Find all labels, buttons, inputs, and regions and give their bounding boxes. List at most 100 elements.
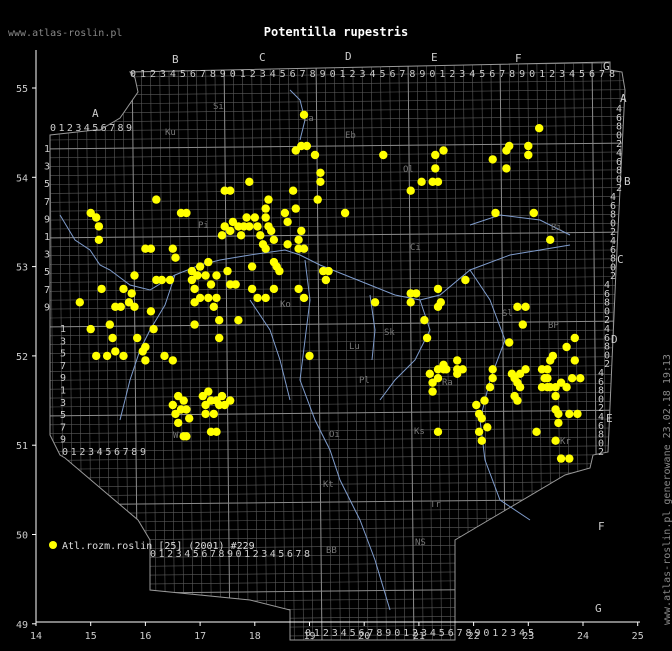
row-digit: 9 (44, 302, 50, 313)
column-letter: C (259, 51, 266, 64)
occurrence-point (548, 351, 558, 361)
y-axis: 55 54 53 52 51 50 49 (16, 50, 37, 631)
occurrence-point (171, 253, 180, 262)
row-digit: 5 (60, 349, 66, 360)
occurrence-point (111, 347, 120, 356)
occurrence-point (146, 244, 156, 253)
occurrence-point (543, 374, 552, 383)
occurrence-point (488, 374, 497, 383)
occurrence-point (313, 195, 322, 204)
atpol-grid (50, 62, 625, 640)
occurrence-point (253, 222, 262, 231)
occurrence-point (485, 383, 495, 392)
x-tick-label: 14 (30, 631, 42, 642)
occurrence-point (204, 387, 213, 396)
occurrence-point (283, 217, 292, 227)
row-letter: B (624, 175, 631, 188)
region-code: Pl (359, 376, 370, 386)
x-tick-label: 15 (85, 631, 97, 642)
region-code: BP (548, 321, 559, 331)
occurrence-point (174, 418, 183, 428)
occurrence-point (502, 164, 511, 173)
occurrence-point (576, 374, 585, 383)
occurrence-point (417, 177, 426, 186)
occurrence-point (431, 164, 440, 173)
map-view: www.atlas-roslin.pl Potentilla rupestris… (0, 0, 672, 651)
occurrence-point (105, 320, 115, 329)
occurrence-point (458, 365, 467, 374)
occurrence-point (226, 226, 235, 236)
occurrence-point (524, 150, 533, 160)
occurrence-point (515, 383, 525, 392)
occurrence-point (261, 293, 270, 303)
occurrence-point (92, 213, 101, 222)
occurrence-point (130, 271, 139, 280)
occurrence-point (269, 257, 279, 267)
occurrence-point (119, 351, 128, 361)
occurrence-point (168, 400, 177, 410)
occurrence-point (256, 231, 265, 240)
column-letter: E (431, 51, 438, 64)
occurrence-point (242, 213, 251, 222)
occurrence-point (518, 320, 527, 329)
occurrence-point (269, 235, 279, 244)
occurrence-point (141, 342, 150, 352)
occurrence-point (204, 293, 213, 303)
occurrence-point (130, 302, 139, 311)
occurrence-point (245, 177, 254, 186)
occurrence-point (168, 244, 177, 253)
occurrence-point (521, 365, 530, 374)
occurrence-point (245, 222, 254, 231)
row-letter: G (595, 602, 602, 615)
row-digit: 1 (60, 324, 66, 335)
row-digit: 3 (44, 162, 50, 173)
occurrence-point (439, 360, 448, 369)
occurrence-point (565, 409, 574, 419)
occurrence-point (234, 316, 243, 325)
occurrence-point (505, 338, 514, 347)
row-digit: 2 (598, 447, 604, 458)
occurrence-point (217, 231, 227, 240)
row-digit: 3 (44, 250, 50, 261)
occurrence-point (491, 208, 500, 218)
region-code: Ol (403, 165, 414, 175)
occurrence-point (546, 235, 555, 244)
y-tick-label: 54 (16, 173, 28, 184)
occurrence-point (86, 324, 95, 334)
row-digit: 7 (60, 422, 66, 433)
column-letter: B (172, 53, 179, 66)
region-code: Ko (280, 300, 291, 310)
grid-digits: 0123456789012345678901234567890123456789… (130, 69, 615, 80)
occurrence-point (236, 231, 246, 240)
occurrence-point (562, 383, 571, 392)
occurrence-point (340, 208, 350, 218)
occurrence-point (195, 262, 205, 271)
occurrence-point (551, 436, 560, 445)
occurrence-point (529, 208, 538, 218)
row-digit: 2 (616, 183, 622, 194)
occurrence-point (425, 369, 434, 378)
occurrence-point (439, 146, 448, 155)
occurrence-point (209, 302, 218, 311)
occurrence-point (480, 396, 489, 405)
occurrence-point (565, 454, 574, 463)
occurrence-point (562, 342, 571, 352)
occurrence-point (141, 356, 150, 365)
occurrence-point (201, 409, 210, 419)
region-code: Sl (502, 309, 513, 319)
occurrence-point (420, 316, 429, 325)
x-tick-label: 25 (632, 631, 644, 642)
occurrence-point (453, 356, 462, 365)
region-code: Lu (349, 342, 360, 352)
occurrence-point (554, 418, 563, 428)
y-tick-label: 49 (16, 620, 28, 631)
y-tick-label: 51 (16, 441, 28, 452)
occurrence-point (250, 213, 259, 222)
occurrence-point (261, 204, 270, 213)
occurrence-point (92, 351, 101, 361)
occurrence-point (573, 409, 582, 419)
occurrence-point (532, 427, 541, 436)
occurrence-point (168, 356, 177, 365)
occurrence-point (431, 150, 440, 160)
occurrence-point (370, 298, 380, 307)
